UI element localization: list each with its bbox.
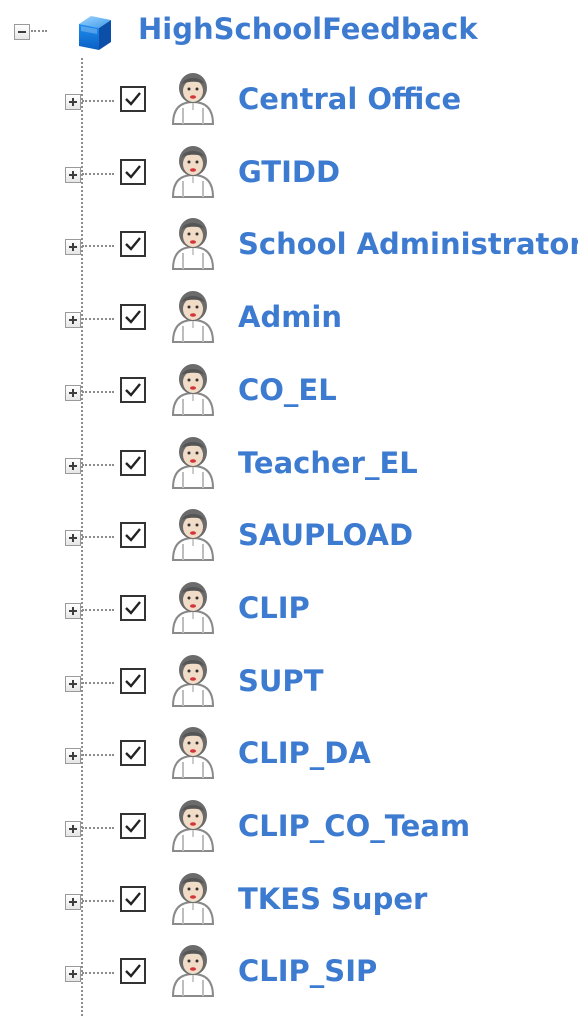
tree-node-admin[interactable]: Admin bbox=[0, 284, 578, 356]
check-icon bbox=[125, 891, 141, 906]
tree-node-label[interactable]: Central Office bbox=[238, 82, 461, 116]
tree-connector bbox=[82, 245, 114, 248]
tree-node-label[interactable]: GTIDD bbox=[238, 155, 340, 189]
check-icon bbox=[125, 92, 141, 106]
expand-toggle[interactable] bbox=[65, 748, 81, 765]
check-icon bbox=[125, 455, 141, 470]
user-icon bbox=[171, 654, 215, 707]
tree-node-clip[interactable]: CLIP bbox=[0, 575, 578, 647]
expand-toggle[interactable] bbox=[65, 821, 81, 837]
node-checkbox[interactable] bbox=[120, 958, 146, 985]
expand-toggle[interactable] bbox=[65, 530, 81, 547]
tree-node-label[interactable]: CLIP_DA bbox=[238, 736, 371, 770]
user-icon bbox=[171, 436, 215, 489]
tree-connector bbox=[82, 899, 114, 902]
user-icon bbox=[171, 581, 215, 634]
user-icon bbox=[171, 145, 215, 198]
tree-connector bbox=[31, 30, 47, 32]
tree-node-label[interactable]: CLIP bbox=[238, 591, 310, 625]
tree-node-label[interactable]: Teacher_EL bbox=[238, 446, 418, 480]
tree-node-label[interactable]: SAUPLOAD bbox=[238, 518, 413, 552]
check-icon bbox=[125, 819, 141, 833]
tree-node-label[interactable]: SUPT bbox=[238, 664, 323, 698]
collapse-toggle[interactable] bbox=[14, 24, 30, 40]
tree-connector bbox=[82, 536, 114, 539]
user-icon bbox=[171, 509, 215, 562]
node-checkbox[interactable] bbox=[120, 885, 146, 912]
tree-node-clip-sip[interactable]: CLIP_SIP bbox=[0, 938, 578, 1010]
tree-connector bbox=[82, 172, 114, 175]
expand-toggle[interactable] bbox=[65, 239, 81, 256]
user-icon bbox=[171, 945, 215, 998]
tree-connector bbox=[82, 463, 114, 466]
expand-toggle[interactable] bbox=[65, 166, 81, 183]
node-checkbox[interactable] bbox=[120, 522, 146, 549]
check-icon bbox=[125, 964, 141, 979]
tree-node-gtidd[interactable]: GTIDD bbox=[0, 139, 578, 211]
user-icon bbox=[171, 73, 215, 125]
node-checkbox[interactable] bbox=[120, 740, 146, 767]
check-icon bbox=[125, 528, 141, 542]
tree-node-supt[interactable]: SUPT bbox=[0, 648, 578, 720]
expand-toggle[interactable] bbox=[65, 312, 81, 329]
tree-node-clip-da[interactable]: CLIP_DA bbox=[0, 720, 578, 792]
database-cube-icon bbox=[79, 16, 111, 50]
tree-connector bbox=[82, 827, 114, 829]
node-checkbox[interactable] bbox=[120, 813, 146, 839]
tree-root-node[interactable]: HighSchoolFeedback bbox=[0, 0, 578, 58]
node-checkbox[interactable] bbox=[120, 304, 146, 331]
check-icon bbox=[125, 601, 141, 615]
expand-toggle[interactable] bbox=[65, 675, 81, 692]
expand-toggle[interactable] bbox=[65, 94, 81, 110]
user-icon bbox=[171, 291, 215, 344]
tree-connector bbox=[82, 318, 114, 321]
expand-toggle[interactable] bbox=[65, 384, 81, 401]
tree-node-school-administrator[interactable]: School Administrator bbox=[0, 211, 578, 283]
tree-connector bbox=[82, 608, 114, 611]
tree-node-saupload[interactable]: SAUPLOAD bbox=[0, 502, 578, 574]
expand-toggle[interactable] bbox=[65, 457, 81, 474]
user-icon bbox=[171, 218, 215, 271]
tree-connector bbox=[82, 390, 114, 393]
user-icon bbox=[171, 800, 215, 852]
node-checkbox[interactable] bbox=[120, 449, 146, 476]
check-icon bbox=[125, 746, 141, 761]
tree-connector bbox=[82, 681, 114, 684]
tree-connector bbox=[82, 100, 114, 102]
check-icon bbox=[125, 310, 141, 324]
node-checkbox[interactable] bbox=[120, 231, 146, 258]
tree-connector bbox=[82, 972, 114, 975]
check-icon bbox=[125, 383, 141, 397]
tree-node-label[interactable]: Admin bbox=[238, 300, 342, 334]
tree-connector bbox=[82, 754, 114, 757]
role-tree: HighSchoolFeedback Central Office GTIDD … bbox=[0, 0, 578, 1016]
user-icon bbox=[171, 363, 215, 416]
tree-node-tkes-super[interactable]: TKES Super bbox=[0, 866, 578, 938]
tree-node-label[interactable]: CLIP_SIP bbox=[238, 954, 377, 988]
expand-toggle[interactable] bbox=[65, 966, 81, 983]
node-checkbox[interactable] bbox=[120, 594, 146, 621]
tree-node-label[interactable]: TKES Super bbox=[238, 882, 427, 916]
tree-node-co-el[interactable]: CO_EL bbox=[0, 357, 578, 429]
check-icon bbox=[125, 164, 141, 179]
node-checkbox[interactable] bbox=[120, 667, 146, 694]
check-icon bbox=[125, 673, 141, 688]
node-checkbox[interactable] bbox=[120, 158, 146, 185]
tree-node-clip-co-team[interactable]: CLIP_CO_Team bbox=[0, 793, 578, 865]
node-checkbox[interactable] bbox=[120, 376, 146, 403]
tree-root-label[interactable]: HighSchoolFeedback bbox=[138, 12, 478, 46]
check-icon bbox=[125, 237, 141, 252]
node-checkbox[interactable] bbox=[120, 86, 146, 112]
tree-node-label[interactable]: School Administrator bbox=[238, 227, 578, 261]
tree-node-teacher-el[interactable]: Teacher_EL bbox=[0, 430, 578, 502]
tree-node-label[interactable]: CO_EL bbox=[238, 373, 337, 407]
tree-node-label[interactable]: CLIP_CO_Team bbox=[238, 809, 470, 843]
user-icon bbox=[171, 727, 215, 780]
expand-toggle[interactable] bbox=[65, 893, 81, 910]
user-icon bbox=[171, 872, 215, 925]
expand-toggle[interactable] bbox=[65, 602, 81, 619]
tree-node-central-office[interactable]: Central Office bbox=[0, 66, 578, 138]
